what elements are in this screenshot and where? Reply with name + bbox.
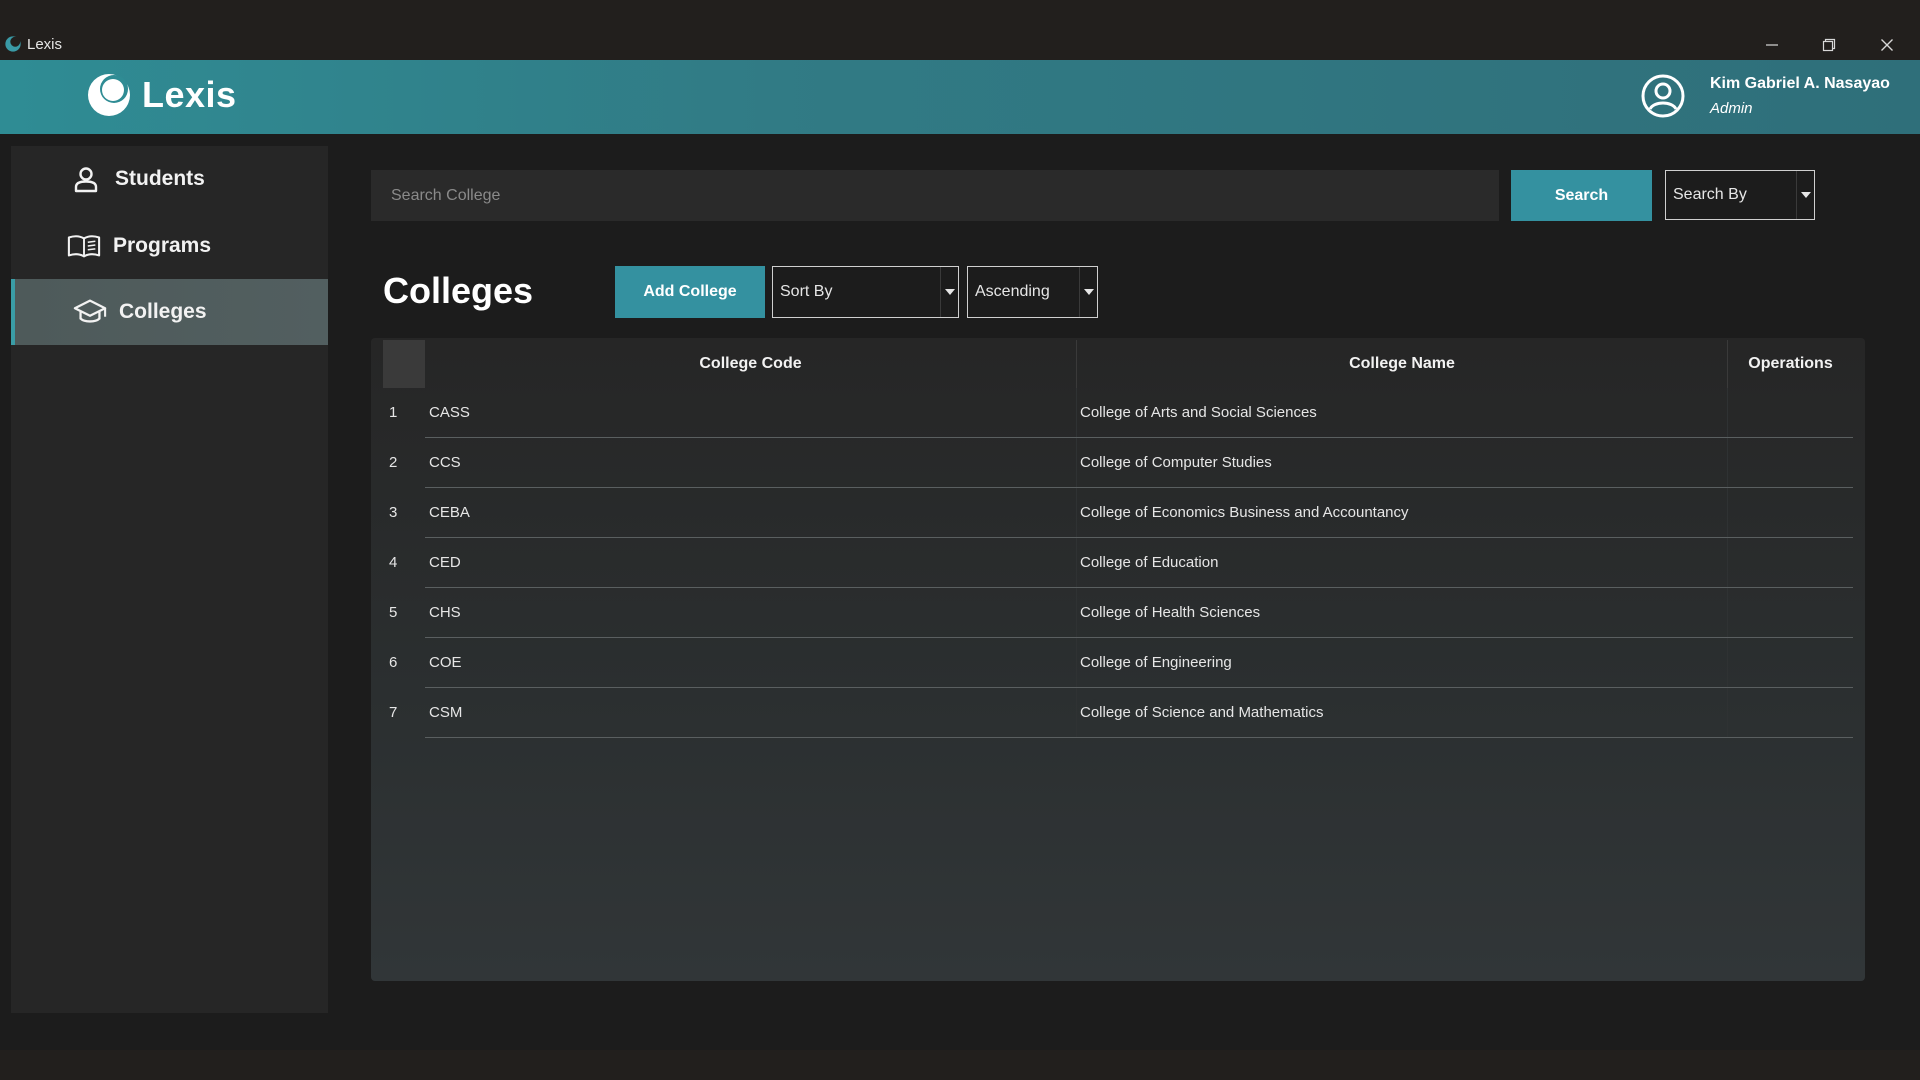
college-code-cell[interactable]: CCS bbox=[429, 454, 461, 471]
college-code-cell[interactable]: CEBA bbox=[429, 504, 470, 521]
sidebar-item-students[interactable]: Students bbox=[11, 146, 328, 212]
lexis-logo-icon bbox=[88, 74, 130, 116]
user-role: Admin bbox=[1710, 100, 1753, 117]
college-code-cell[interactable]: CHS bbox=[429, 604, 461, 621]
college-name-cell[interactable]: College of Engineering bbox=[1080, 654, 1232, 671]
window-title: Lexis bbox=[27, 36, 63, 53]
sort-order-dropdown[interactable]: Ascending bbox=[967, 266, 1098, 318]
row-index: 4 bbox=[389, 554, 398, 571]
college-name-cell[interactable]: College of Computer Studies bbox=[1080, 454, 1272, 471]
search-by-dropdown[interactable]: Search By bbox=[1665, 170, 1815, 220]
search-by-value: Search By bbox=[1673, 186, 1747, 203]
column-header-college-name[interactable]: College Name bbox=[1076, 340, 1727, 388]
brand[interactable]: Lexis bbox=[86, 72, 237, 118]
search-button[interactable]: Search bbox=[1511, 170, 1652, 221]
add-college-button[interactable]: Add College bbox=[615, 266, 765, 318]
row-divider bbox=[425, 737, 1853, 738]
column-header-operations[interactable]: Operations bbox=[1727, 340, 1853, 388]
app-logo-icon bbox=[5, 36, 21, 52]
search-input[interactable] bbox=[371, 170, 1499, 221]
person-icon bbox=[69, 164, 103, 194]
minimize-icon bbox=[1766, 44, 1778, 46]
row-index: 5 bbox=[389, 604, 398, 621]
college-name-cell[interactable]: College of Economics Business and Accoun… bbox=[1080, 504, 1409, 521]
table-row[interactable]: 3 CEBA College of Economics Business and… bbox=[383, 488, 1853, 538]
college-name-cell[interactable]: College of Arts and Social Sciences bbox=[1080, 404, 1317, 421]
sidebar-item-label: Colleges bbox=[119, 300, 207, 323]
close-button[interactable] bbox=[1867, 30, 1907, 60]
table-row[interactable]: 1 CASS College of Arts and Social Scienc… bbox=[383, 388, 1853, 438]
colleges-table: College Code College Name Operations 1 C… bbox=[371, 338, 1865, 981]
row-index: 2 bbox=[389, 454, 398, 471]
table-row[interactable]: 4 CED College of Education bbox=[383, 538, 1853, 588]
minimize-button[interactable] bbox=[1752, 30, 1792, 60]
bottom-bar bbox=[0, 1050, 1920, 1080]
table-row[interactable]: 2 CCS College of Computer Studies bbox=[383, 438, 1853, 488]
row-index: 7 bbox=[389, 704, 398, 721]
college-code-cell[interactable]: CASS bbox=[429, 404, 470, 421]
close-icon bbox=[1881, 39, 1893, 51]
chevron-down-icon bbox=[940, 267, 958, 317]
college-name-cell[interactable]: College of Health Sciences bbox=[1080, 604, 1260, 621]
sort-by-dropdown[interactable]: Sort By bbox=[772, 266, 959, 318]
sidebar-item-colleges[interactable]: Colleges bbox=[11, 279, 328, 345]
college-name-cell[interactable]: College of Education bbox=[1080, 554, 1218, 571]
row-index: 6 bbox=[389, 654, 398, 671]
column-header-college-code[interactable]: College Code bbox=[425, 340, 1076, 388]
chevron-down-icon bbox=[1079, 267, 1097, 317]
user-avatar-icon[interactable] bbox=[1640, 73, 1686, 119]
row-index: 1 bbox=[389, 404, 398, 421]
college-name-cell[interactable]: College of Science and Mathematics bbox=[1080, 704, 1323, 721]
table-header: College Code College Name Operations bbox=[383, 340, 1853, 388]
user-name: Kim Gabriel A. Nasayao bbox=[1710, 75, 1890, 92]
restore-button[interactable] bbox=[1809, 30, 1849, 60]
sidebar-item-programs[interactable]: Programs bbox=[11, 213, 328, 279]
college-code-cell[interactable]: CSM bbox=[429, 704, 462, 721]
table-row[interactable]: 7 CSM College of Science and Mathematics bbox=[383, 688, 1853, 738]
page-title: Colleges bbox=[383, 270, 534, 311]
table-row[interactable]: 5 CHS College of Health Sciences bbox=[383, 588, 1853, 638]
app-header: Lexis Kim Gabriel A. Nasayao Admin bbox=[0, 60, 1920, 134]
title-bar: Lexis bbox=[0, 0, 1920, 60]
table-row[interactable]: 6 COE College of Engineering bbox=[383, 638, 1853, 688]
chevron-down-icon bbox=[1796, 171, 1814, 219]
row-index: 3 bbox=[389, 504, 398, 521]
table-corner[interactable] bbox=[383, 340, 425, 388]
app-window: Lexis Lexis Kim Gabriel A. Nasayao Admin… bbox=[0, 0, 1920, 1080]
sidebar-item-label: Programs bbox=[113, 234, 212, 257]
sidebar: Students Programs Colleges bbox=[11, 146, 328, 1013]
college-code-cell[interactable]: CED bbox=[429, 554, 461, 571]
restore-icon bbox=[1822, 38, 1836, 52]
college-code-cell[interactable]: COE bbox=[429, 654, 462, 671]
brand-name: Lexis bbox=[142, 74, 237, 115]
sort-order-value: Ascending bbox=[975, 283, 1050, 300]
graduation-cap-icon bbox=[73, 297, 107, 327]
sidebar-item-label: Students bbox=[115, 167, 205, 190]
book-icon bbox=[67, 231, 101, 261]
sort-by-value: Sort By bbox=[780, 283, 833, 300]
